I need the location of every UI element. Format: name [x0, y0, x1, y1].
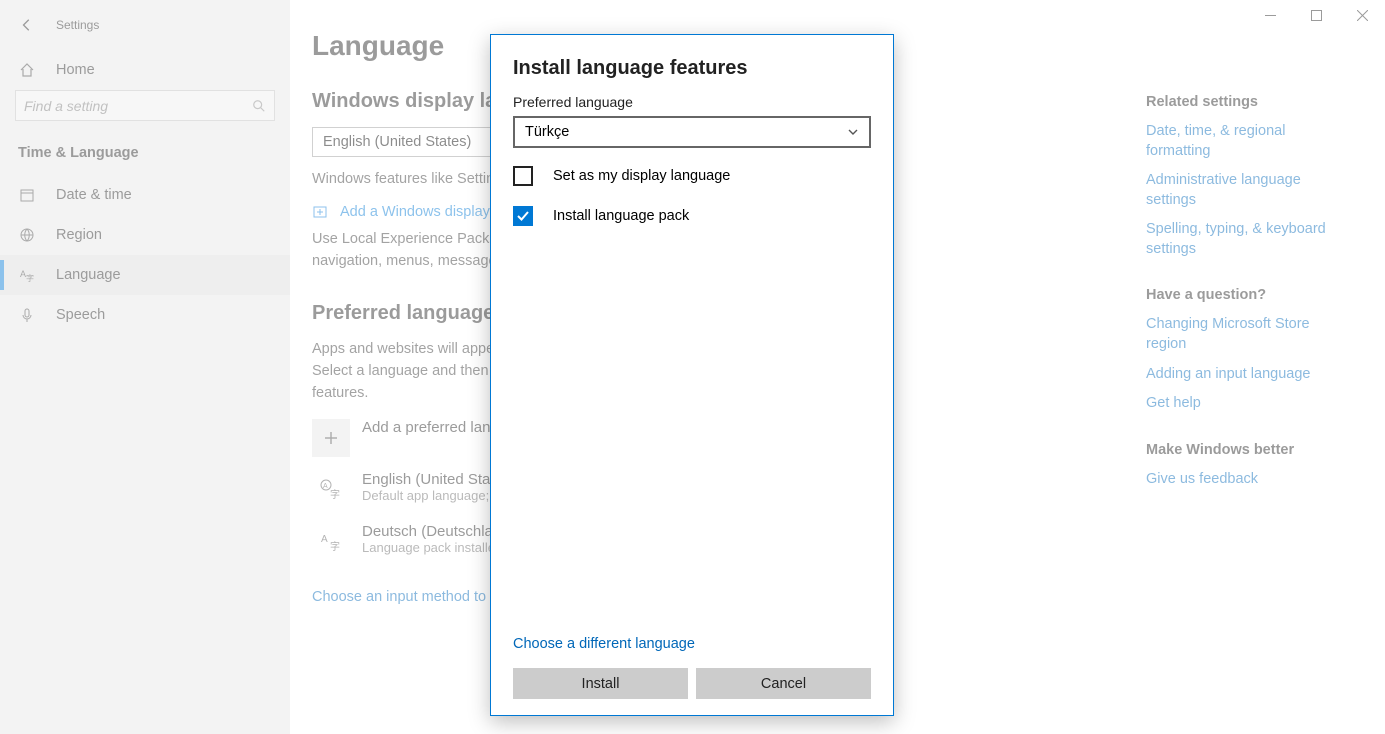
checkbox-icon: [513, 166, 533, 186]
install-language-dialog: Install language features Preferred lang…: [490, 34, 894, 716]
choose-different-link[interactable]: Choose a different language: [513, 636, 871, 652]
checkbox-label: Set as my display language: [553, 168, 730, 184]
dialog-title: Install language features: [513, 57, 871, 80]
checkbox-language-pack[interactable]: Install language pack: [513, 206, 871, 226]
checkbox-label: Install language pack: [553, 208, 689, 224]
dialog-language-select[interactable]: Türkçe: [513, 116, 871, 148]
checkbox-display-language[interactable]: Set as my display language: [513, 166, 871, 186]
chevron-down-icon: [847, 126, 859, 138]
dialog-language-value: Türkçe: [525, 124, 569, 140]
dialog-pref-label: Preferred language: [513, 94, 871, 110]
checkbox-icon: [513, 206, 533, 226]
cancel-button[interactable]: Cancel: [696, 668, 871, 699]
install-button[interactable]: Install: [513, 668, 688, 699]
